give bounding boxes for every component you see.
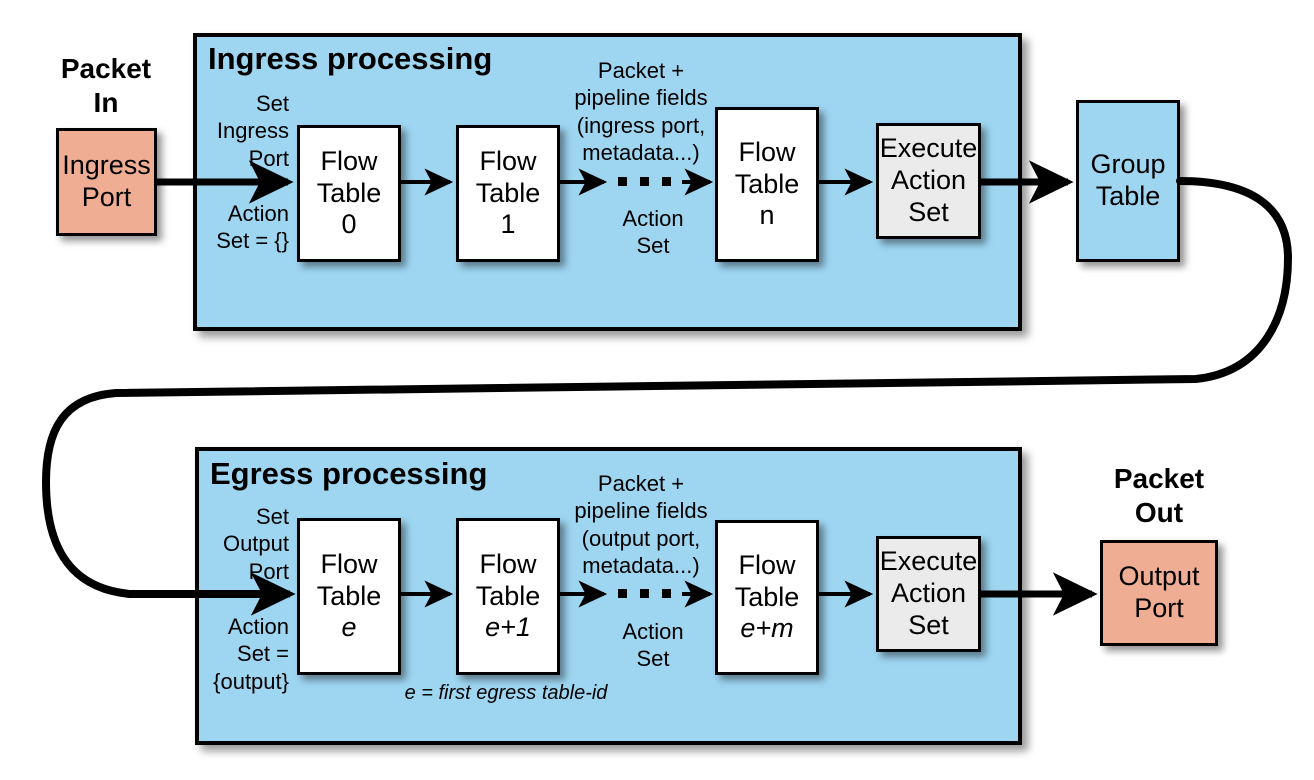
flow-table-e1-line1: Flow [479,548,537,579]
egress-action-note-line3: {output} [213,668,289,694]
ingress-set-port-note: Set Ingress Port [195,90,289,172]
ingress-port-box[interactable]: Ingress Port [56,128,157,236]
egress-action-note-line1: Action [227,614,289,639]
egress-pipeline-fields-note: Packet + pipeline fields (output port, m… [566,470,716,579]
flow-table-0-line2: Table [316,177,382,208]
egress-table-id-footnote: e = first egress table-id [404,682,608,704]
ingress-action-note-line2: Set = {} [216,228,289,254]
ingress-set-note-line3: Port [248,145,289,171]
flow-table-e-line2: Table [316,580,382,611]
egress-section-title: Egress processing [210,456,488,491]
ingress-pipeline-note-line4: metadata...) [582,139,700,165]
ingress-action-note-line1: Action [227,201,289,226]
packet-out-caption: Packet Out [1079,462,1239,529]
packet-out-caption-line2: Out [1134,496,1184,528]
flow-table-n-line2: Table [734,168,800,199]
egress-set-port-note: Set Output Port [190,503,289,585]
egress-mid-action-line1: Action [622,619,684,644]
egress-execute-line1: Execute [879,546,978,577]
egress-pipeline-note-line2: pipeline fields [574,498,708,524]
output-port-line1: Output [1118,561,1200,592]
egress-execute-line2: Action [890,578,967,609]
egress-execute-line3: Set [908,609,949,640]
flow-table-n-line1: Flow [738,136,796,167]
flow-table-e-plus-1-box[interactable]: Flow Table e+1 [456,518,560,675]
flow-table-em-line2: Table [734,581,800,612]
packet-in-caption: Packet In [26,52,186,119]
egress-action-note-line2: Set = [237,641,289,667]
ingress-execute-line2: Action [890,165,967,196]
group-table-line1: Group [1090,149,1166,180]
flow-table-em-line3: e+m [740,613,794,644]
egress-mid-action-line2: Set [636,646,670,672]
ingress-action-set-note: Action Set = {} [185,200,289,255]
group-table-line2: Table [1095,181,1161,211]
ingress-set-note-line2: Ingress [216,118,289,144]
ingress-set-note-line1: Set [255,91,289,116]
flow-table-1-line1: Flow [479,145,537,176]
ingress-pipeline-fields-note: Packet + pipeline fields (ingress port, … [566,57,716,166]
egress-execute-action-set-box[interactable]: Execute Action Set [876,536,981,652]
flow-table-e1-line3: e+1 [485,612,531,643]
group-table-box[interactable]: Group Table [1076,100,1180,262]
ingress-mid-action-line2: Set [636,233,670,259]
flow-table-0-box[interactable]: Flow Table 0 [297,125,401,262]
flow-table-e-line1: Flow [320,548,378,579]
ingress-pipeline-note-line3: (ingress port, [576,112,706,138]
ingress-execute-line1: Execute [879,133,978,164]
ingress-port-line1: Ingress [62,150,151,181]
flow-table-0-line3: 0 [341,209,357,240]
flow-table-e-plus-m-box[interactable]: Flow Table e+m [715,520,819,675]
egress-set-note-line3: Port [248,558,289,584]
flow-table-e-box[interactable]: Flow Table e [297,518,401,675]
packet-in-caption-line2: In [93,86,119,118]
ingress-pipeline-note-line2: pipeline fields [574,85,708,111]
flow-table-e1-line2: Table [475,580,541,611]
flow-table-n-box[interactable]: Flow Table n [715,107,819,262]
ingress-execute-action-set-box[interactable]: Execute Action Set [876,123,981,239]
flow-table-em-line1: Flow [738,549,796,580]
ingress-execute-line3: Set [908,196,949,227]
flow-table-e-line3: e [341,612,357,643]
egress-action-set-note: Action Set = {output} [176,613,289,695]
egress-pipeline-note-line1: Packet + [597,471,685,496]
packet-out-caption-line1: Packet [1113,463,1205,494]
output-port-line2: Port [1134,593,1184,623]
egress-mid-action-set-note: Action Set [600,618,706,673]
flow-table-0-line1: Flow [320,145,378,176]
egress-set-note-line2: Output [222,531,289,557]
egress-set-note-line1: Set [255,504,289,529]
ingress-mid-action-line1: Action [622,206,684,231]
ingress-mid-action-set-note: Action Set [600,205,706,260]
egress-pipeline-note-line3: (output port, [581,525,701,551]
flow-table-n-line3: n [759,200,775,231]
ingress-pipeline-note-line1: Packet + [597,58,685,83]
output-port-box[interactable]: Output Port [1100,540,1218,646]
ingress-section-title: Ingress processing [208,41,493,76]
flow-table-1-line3: 1 [500,209,516,240]
packet-in-caption-line1: Packet [60,53,152,84]
diagram-canvas: Packet In Ingress Port Ingress processin… [0,0,1314,780]
flow-table-1-line2: Table [475,177,541,208]
flow-table-1-box[interactable]: Flow Table 1 [456,125,560,262]
ingress-port-line2: Port [81,182,132,212]
egress-pipeline-note-line4: metadata...) [582,552,700,578]
